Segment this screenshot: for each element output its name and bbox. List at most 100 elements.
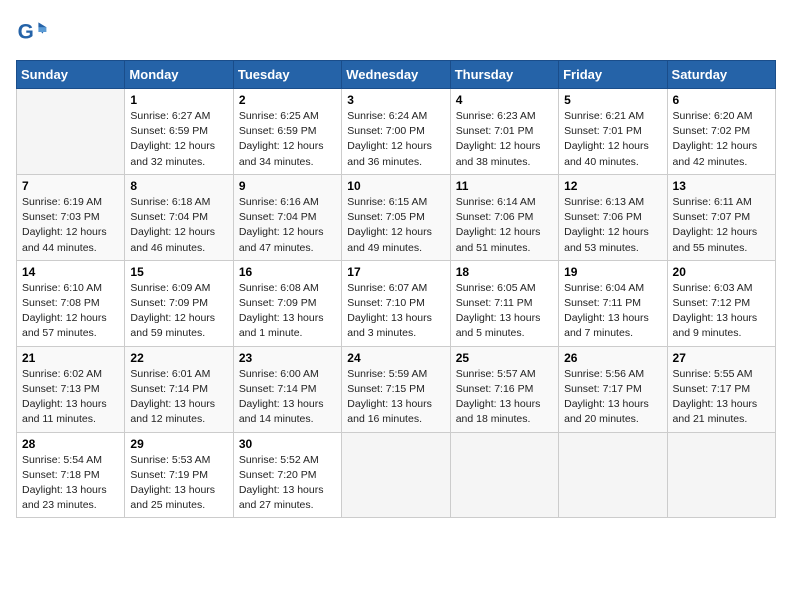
calendar-cell: 4Sunrise: 6:23 AM Sunset: 7:01 PM Daylig…	[450, 89, 558, 175]
day-number: 17	[347, 265, 444, 279]
calendar-cell: 27 Sunrise: 5:55 AM Sunset: 7:17 PM Dayli…	[667, 346, 775, 432]
day-info: Sunrise: 6:14 AM Sunset: 7:06 PM Dayligh…	[456, 195, 553, 256]
day-info: Sunrise: 6:09 AM Sunset: 7:09 PM Dayligh…	[130, 281, 227, 342]
calendar-cell: 21 Sunrise: 6:02 AM Sunset: 7:13 PM Dayli…	[17, 346, 125, 432]
day-info: Sunrise: 6:20 AM Sunset: 7:02 PM Dayligh…	[673, 109, 770, 170]
calendar-cell: 20 Sunrise: 6:03 AM Sunset: 7:12 PM Dayli…	[667, 260, 775, 346]
calendar-cell: 14Sunrise: 6:10 AM Sunset: 7:08 PM Dayli…	[17, 260, 125, 346]
calendar-cell: 15 Sunrise: 6:09 AM Sunset: 7:09 PM Dayli…	[125, 260, 233, 346]
calendar-cell: 23 Sunrise: 6:00 AM Sunset: 7:14 PM Dayli…	[233, 346, 341, 432]
day-number: 11	[456, 179, 553, 193]
day-info: Sunrise: 6:02 AM Sunset: 7:13 PM Dayligh…	[22, 367, 119, 428]
day-info: Sunrise: 6:23 AM Sunset: 7:01 PM Dayligh…	[456, 109, 553, 170]
day-number: 23	[239, 351, 336, 365]
calendar-header: SundayMondayTuesdayWednesdayThursdayFrid…	[17, 61, 776, 89]
day-info: Sunrise: 6:03 AM Sunset: 7:12 PM Dayligh…	[673, 281, 770, 342]
weekday-header: Friday	[559, 61, 667, 89]
day-number: 30	[239, 437, 336, 451]
day-info: Sunrise: 6:05 AM Sunset: 7:11 PM Dayligh…	[456, 281, 553, 342]
day-info: Sunrise: 6:04 AM Sunset: 7:11 PM Dayligh…	[564, 281, 661, 342]
calendar-cell: 24 Sunrise: 5:59 AM Sunset: 7:15 PM Dayli…	[342, 346, 450, 432]
day-info: Sunrise: 6:07 AM Sunset: 7:10 PM Dayligh…	[347, 281, 444, 342]
calendar-cell	[667, 432, 775, 518]
calendar-cell: 2 Sunrise: 6:25 AM Sunset: 6:59 PM Daylig…	[233, 89, 341, 175]
calendar-cell: 5 Sunrise: 6:21 AM Sunset: 7:01 PM Daylig…	[559, 89, 667, 175]
day-number: 16	[239, 265, 336, 279]
day-number: 20	[673, 265, 770, 279]
day-info: Sunrise: 6:24 AM Sunset: 7:00 PM Dayligh…	[347, 109, 444, 170]
day-info: Sunrise: 6:25 AM Sunset: 6:59 PM Dayligh…	[239, 109, 336, 170]
day-number: 27	[673, 351, 770, 365]
day-info: Sunrise: 5:54 AM Sunset: 7:18 PM Dayligh…	[22, 453, 119, 514]
calendar-cell: 13Sunrise: 6:11 AM Sunset: 7:07 PM Dayli…	[667, 174, 775, 260]
calendar-cell: 1 Sunrise: 6:27 AM Sunset: 6:59 PM Daylig…	[125, 89, 233, 175]
calendar-cell: 22Sunrise: 6:01 AM Sunset: 7:14 PM Dayli…	[125, 346, 233, 432]
calendar-cell: 30Sunrise: 5:52 AM Sunset: 7:20 PM Dayli…	[233, 432, 341, 518]
calendar-week-row: 14Sunrise: 6:10 AM Sunset: 7:08 PM Dayli…	[17, 260, 776, 346]
calendar-week-row: 7 Sunrise: 6:19 AM Sunset: 7:03 PM Daylig…	[17, 174, 776, 260]
day-number: 25	[456, 351, 553, 365]
calendar-cell: 25 Sunrise: 5:57 AM Sunset: 7:16 PM Dayli…	[450, 346, 558, 432]
calendar-week-row: 21 Sunrise: 6:02 AM Sunset: 7:13 PM Dayli…	[17, 346, 776, 432]
day-info: Sunrise: 6:21 AM Sunset: 7:01 PM Dayligh…	[564, 109, 661, 170]
day-info: Sunrise: 5:53 AM Sunset: 7:19 PM Dayligh…	[130, 453, 227, 514]
weekday-row: SundayMondayTuesdayWednesdayThursdayFrid…	[17, 61, 776, 89]
calendar-cell: 6 Sunrise: 6:20 AM Sunset: 7:02 PM Daylig…	[667, 89, 775, 175]
day-number: 6	[673, 93, 770, 107]
calendar-week-row: 1 Sunrise: 6:27 AM Sunset: 6:59 PM Daylig…	[17, 89, 776, 175]
day-number: 7	[22, 179, 119, 193]
day-number: 5	[564, 93, 661, 107]
day-number: 26	[564, 351, 661, 365]
day-info: Sunrise: 6:10 AM Sunset: 7:08 PM Dayligh…	[22, 281, 119, 342]
day-number: 15	[130, 265, 227, 279]
day-info: Sunrise: 6:08 AM Sunset: 7:09 PM Dayligh…	[239, 281, 336, 342]
day-number: 2	[239, 93, 336, 107]
calendar-week-row: 28 Sunrise: 5:54 AM Sunset: 7:18 PM Dayli…	[17, 432, 776, 518]
day-number: 9	[239, 179, 336, 193]
calendar-body: 1 Sunrise: 6:27 AM Sunset: 6:59 PM Daylig…	[17, 89, 776, 518]
weekday-header: Saturday	[667, 61, 775, 89]
calendar-cell: 28 Sunrise: 5:54 AM Sunset: 7:18 PM Dayli…	[17, 432, 125, 518]
logo: G	[16, 16, 52, 48]
day-number: 28	[22, 437, 119, 451]
day-number: 21	[22, 351, 119, 365]
calendar-cell: 9 Sunrise: 6:16 AM Sunset: 7:04 PM Daylig…	[233, 174, 341, 260]
calendar-cell: 29Sunrise: 5:53 AM Sunset: 7:19 PM Dayli…	[125, 432, 233, 518]
calendar-cell: 17 Sunrise: 6:07 AM Sunset: 7:10 PM Dayli…	[342, 260, 450, 346]
svg-text:G: G	[18, 20, 34, 43]
day-info: Sunrise: 6:27 AM Sunset: 6:59 PM Dayligh…	[130, 109, 227, 170]
day-number: 1	[130, 93, 227, 107]
day-number: 12	[564, 179, 661, 193]
day-info: Sunrise: 6:16 AM Sunset: 7:04 PM Dayligh…	[239, 195, 336, 256]
day-info: Sunrise: 5:57 AM Sunset: 7:16 PM Dayligh…	[456, 367, 553, 428]
day-info: Sunrise: 6:19 AM Sunset: 7:03 PM Dayligh…	[22, 195, 119, 256]
page-header: G	[16, 16, 776, 48]
day-number: 24	[347, 351, 444, 365]
day-info: Sunrise: 6:15 AM Sunset: 7:05 PM Dayligh…	[347, 195, 444, 256]
day-info: Sunrise: 5:56 AM Sunset: 7:17 PM Dayligh…	[564, 367, 661, 428]
day-number: 18	[456, 265, 553, 279]
calendar-cell: 18 Sunrise: 6:05 AM Sunset: 7:11 PM Dayli…	[450, 260, 558, 346]
calendar-cell: 7 Sunrise: 6:19 AM Sunset: 7:03 PM Daylig…	[17, 174, 125, 260]
calendar-cell: 26 Sunrise: 5:56 AM Sunset: 7:17 PM Dayli…	[559, 346, 667, 432]
calendar-cell: 16 Sunrise: 6:08 AM Sunset: 7:09 PM Dayli…	[233, 260, 341, 346]
weekday-header: Monday	[125, 61, 233, 89]
day-number: 13	[673, 179, 770, 193]
calendar-cell	[450, 432, 558, 518]
day-info: Sunrise: 5:55 AM Sunset: 7:17 PM Dayligh…	[673, 367, 770, 428]
calendar-cell: 11 Sunrise: 6:14 AM Sunset: 7:06 PM Dayli…	[450, 174, 558, 260]
day-number: 10	[347, 179, 444, 193]
day-info: Sunrise: 6:13 AM Sunset: 7:06 PM Dayligh…	[564, 195, 661, 256]
weekday-header: Sunday	[17, 61, 125, 89]
weekday-header: Thursday	[450, 61, 558, 89]
day-number: 3	[347, 93, 444, 107]
day-info: Sunrise: 6:18 AM Sunset: 7:04 PM Dayligh…	[130, 195, 227, 256]
day-info: Sunrise: 5:59 AM Sunset: 7:15 PM Dayligh…	[347, 367, 444, 428]
day-info: Sunrise: 6:00 AM Sunset: 7:14 PM Dayligh…	[239, 367, 336, 428]
day-number: 19	[564, 265, 661, 279]
calendar-cell	[342, 432, 450, 518]
calendar-cell: 10 Sunrise: 6:15 AM Sunset: 7:05 PM Dayli…	[342, 174, 450, 260]
logo-icon: G	[16, 16, 48, 48]
weekday-header: Tuesday	[233, 61, 341, 89]
day-number: 22	[130, 351, 227, 365]
